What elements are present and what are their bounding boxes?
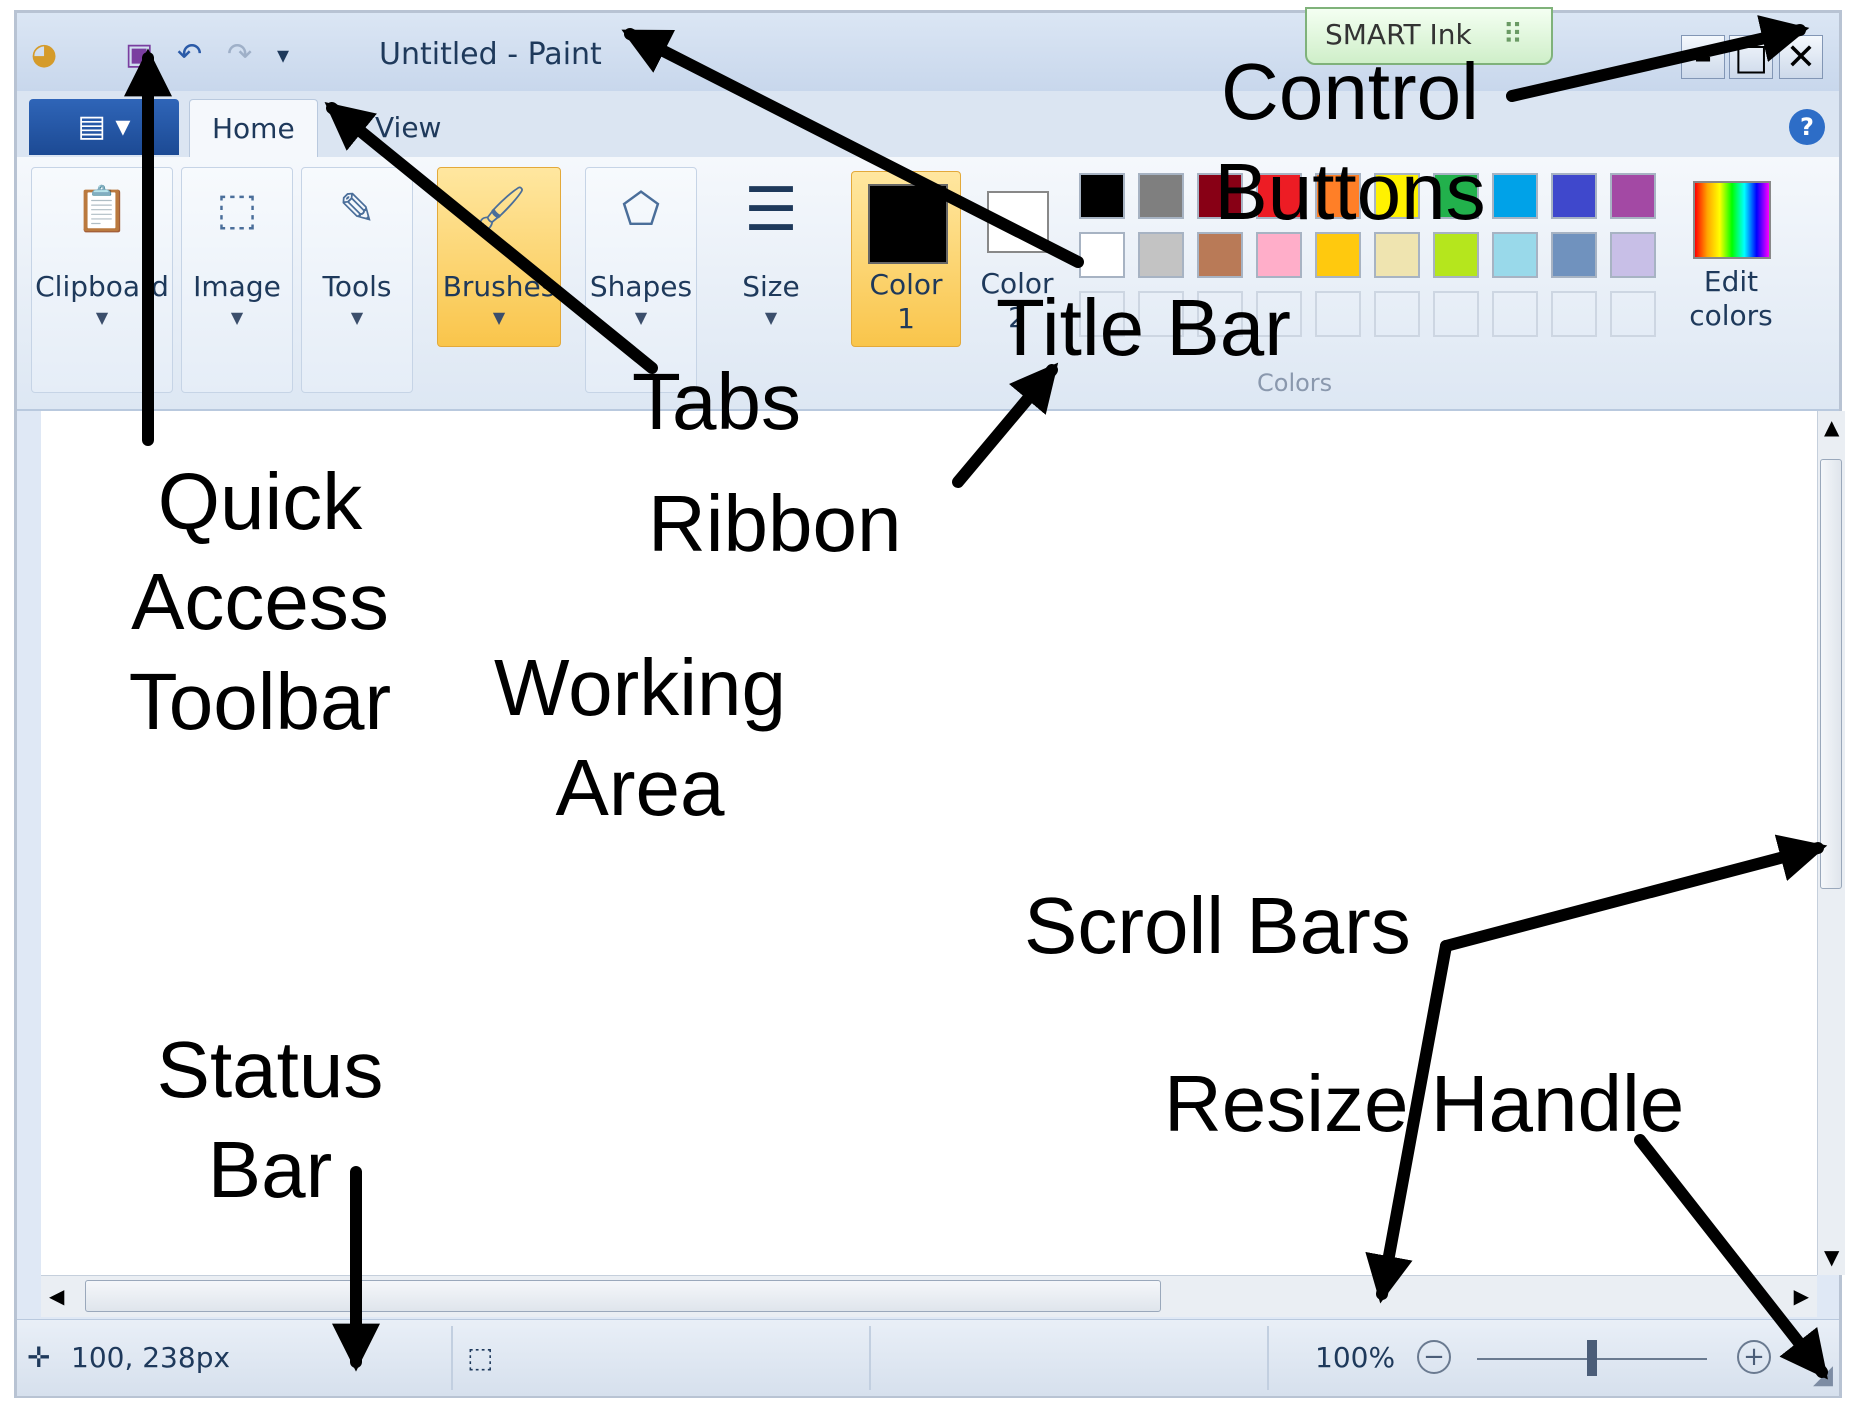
status-bar: ✛ 100, 238px ⬚ 100% − + ◢: [17, 1319, 1839, 1396]
window-title: Untitled - Paint: [379, 37, 602, 72]
move-cursor-icon: ✛: [27, 1341, 51, 1374]
zoom-level: 100%: [1315, 1341, 1396, 1374]
image-label: Image: [193, 270, 281, 303]
cursor-position: 100, 238px: [71, 1341, 231, 1374]
scroll-up-icon[interactable]: ▲: [1824, 415, 1839, 439]
color-swatch[interactable]: [1079, 173, 1125, 219]
color1-label: Color 1: [869, 268, 943, 335]
horizontal-scrollbar[interactable]: ◀ ▶: [41, 1275, 1817, 1317]
zoom-out-button[interactable]: −: [1417, 1340, 1451, 1374]
save-icon[interactable]: ▣: [125, 35, 153, 75]
color-swatch[interactable]: [1610, 173, 1656, 219]
brushes-button[interactable]: 🖌 Brushes ▼: [437, 167, 561, 347]
clipboard-button[interactable]: 📋 Clipboard ▼: [31, 167, 173, 393]
clipboard-label: Clipboard: [35, 270, 169, 303]
scroll-down-icon[interactable]: ▼: [1824, 1245, 1839, 1269]
brushes-label: Brushes: [442, 270, 556, 303]
scroll-right-icon[interactable]: ▶: [1794, 1284, 1809, 1308]
annotation-working-area: Working Area: [494, 643, 786, 832]
shapes-icon: ⬠: [621, 184, 661, 235]
annotation-ribbon: Ribbon: [648, 479, 902, 568]
tools-icon: ✎: [338, 184, 376, 235]
select-icon: ⬚: [216, 184, 258, 235]
chevron-down-icon: ▼: [634, 308, 648, 327]
annotation-tabs: Tabs: [632, 357, 801, 446]
custom-color-slot[interactable]: [1492, 291, 1538, 337]
clipboard-icon: 📋: [74, 184, 130, 235]
scroll-left-icon[interactable]: ◀: [49, 1284, 64, 1308]
zoom-slider-thumb[interactable]: [1587, 1340, 1597, 1376]
annotation-title-bar: Title Bar: [996, 283, 1291, 372]
edit-colors-label: Edit colors: [1689, 265, 1773, 332]
help-icon[interactable]: ?: [1789, 109, 1825, 145]
minimize-button[interactable]: –: [1681, 35, 1725, 79]
status-separator: [869, 1326, 871, 1390]
color2-swatch: [987, 191, 1049, 253]
resize-handle-icon[interactable]: ◢: [1813, 1360, 1833, 1390]
edit-colors-button[interactable]: Edit colors: [1677, 171, 1785, 361]
chevron-down-icon: ▼: [350, 308, 364, 327]
color1-button[interactable]: Color 1: [851, 171, 961, 347]
vertical-scrollbar[interactable]: ▲ ▼: [1817, 411, 1845, 1275]
color-swatch[interactable]: [1551, 173, 1597, 219]
tab-row: ▤ ▾ Home View ?: [17, 91, 1839, 158]
annotation-scroll-bars: Scroll Bars: [1024, 881, 1411, 970]
annotation-status-bar: Status Bar: [156, 1025, 384, 1214]
line-size-icon: ☰: [744, 175, 798, 245]
color-swatch[interactable]: [1138, 173, 1184, 219]
shapes-label: Shapes: [589, 270, 693, 303]
size-label: Size: [742, 270, 800, 303]
tools-button[interactable]: ✎ Tools ▼: [301, 167, 413, 393]
brush-icon: 🖌: [471, 184, 527, 235]
customize-icon[interactable]: ▾: [277, 35, 289, 75]
color-swatch[interactable]: [1610, 232, 1656, 278]
tools-label: Tools: [322, 270, 392, 303]
annotation-resize-handle: Resize Handle: [1164, 1059, 1685, 1148]
tab-view[interactable]: View: [353, 99, 463, 157]
chevron-down-icon: ▼: [764, 308, 778, 327]
close-button[interactable]: ✕: [1779, 35, 1823, 79]
redo-icon[interactable]: ↷: [227, 35, 252, 75]
status-separator: [451, 1326, 453, 1390]
zoom-in-button[interactable]: +: [1737, 1340, 1771, 1374]
horizontal-scroll-thumb[interactable]: [85, 1280, 1161, 1312]
color-swatch[interactable]: [1079, 232, 1125, 278]
custom-color-slot[interactable]: [1610, 291, 1656, 337]
chevron-down-icon: ▼: [230, 308, 244, 327]
image-button[interactable]: ⬚ Image ▼: [181, 167, 293, 393]
color1-swatch: [868, 184, 948, 264]
custom-color-slot[interactable]: [1551, 291, 1597, 337]
tab-home[interactable]: Home: [189, 99, 318, 158]
annotation-control-buttons: Control Buttons: [1214, 47, 1486, 236]
chevron-down-icon: ▼: [492, 308, 506, 327]
status-separator: [1267, 1326, 1269, 1390]
custom-color-slot[interactable]: [1374, 291, 1420, 337]
file-menu-button[interactable]: ▤ ▾: [29, 99, 179, 155]
color-swatch[interactable]: [1138, 232, 1184, 278]
ribbon: 📋 Clipboard ▼ ⬚ Image ▼ ✎ Tools ▼ 🖌 Brus…: [17, 157, 1839, 411]
paint-icon[interactable]: ◕: [31, 35, 57, 75]
annotation-quick-access: Quick Access Toolbar: [128, 457, 392, 746]
color-swatch[interactable]: [1551, 232, 1597, 278]
selection-size-icon: ⬚: [467, 1341, 494, 1374]
undo-icon[interactable]: ↶: [177, 35, 202, 75]
vertical-scroll-thumb[interactable]: [1820, 459, 1842, 889]
chevron-down-icon: ▼: [95, 308, 109, 327]
custom-color-slot[interactable]: [1315, 291, 1361, 337]
spectrum-icon: [1693, 181, 1771, 259]
title-bar: ◕ ▣ ↶ ↷ ▾ Untitled - Paint SMART Ink ⠿ –…: [17, 7, 1839, 91]
maximize-button[interactable]: □: [1729, 35, 1773, 79]
custom-color-slot[interactable]: [1433, 291, 1479, 337]
